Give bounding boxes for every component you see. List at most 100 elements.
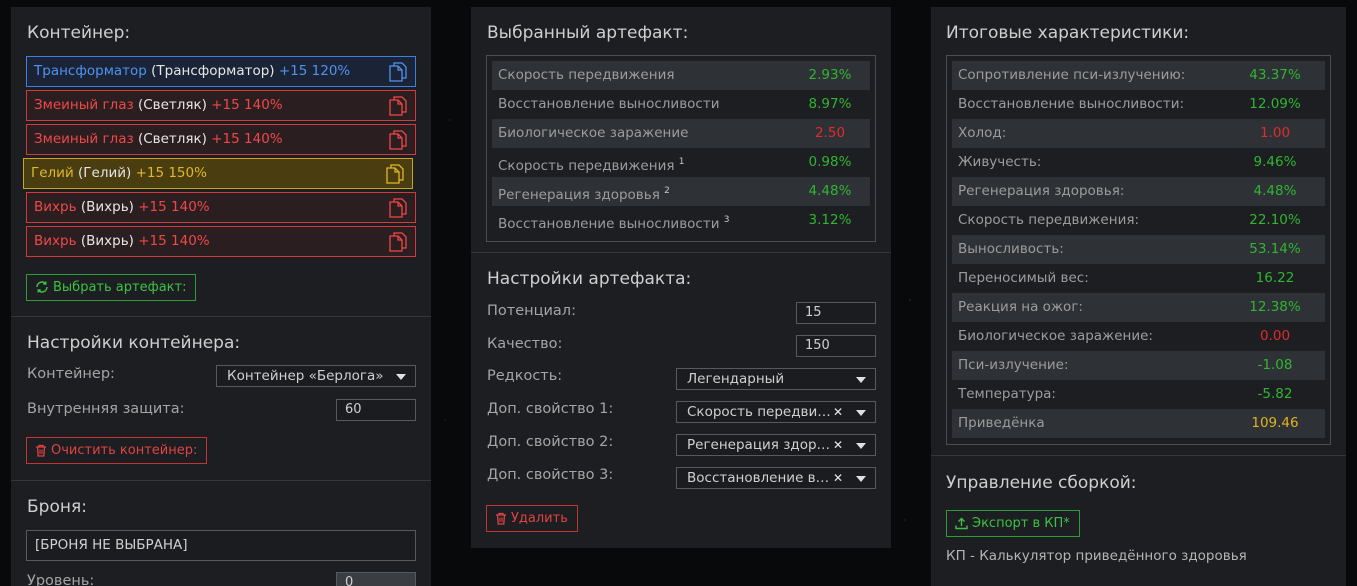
totals-panel: Итоговые характеристики: Сопротивление п… — [931, 7, 1346, 586]
container-title: Контейнер: — [27, 23, 131, 43]
inner-protection-label: Внутренняя защита: — [27, 401, 185, 417]
refresh-icon — [36, 281, 48, 293]
stat-value: 12.09% — [1249, 96, 1301, 112]
delete-artifact-label: Удалить — [511, 511, 568, 526]
extra-property-2-select[interactable]: Регенерация здоровья ✕ — [676, 434, 876, 456]
copy-icon[interactable] — [389, 232, 407, 252]
build-management-title: Управление сборкой: — [946, 473, 1137, 493]
stat-label: Реакция на ожог: — [958, 299, 1083, 315]
stat-row: Восстановление выносливости 8.97% — [492, 90, 870, 119]
artifact-slot[interactable]: Вихрь (Вихрь) +15 140% — [26, 226, 416, 257]
stat-label: Восстановление выносливости — [498, 96, 720, 112]
slot-artifact-level: +15 150% — [135, 165, 207, 181]
delete-artifact-button[interactable]: Удалить — [486, 505, 578, 532]
artifact-slot[interactable]: Змеиный глаз (Светляк) +15 140% — [26, 90, 416, 121]
stat-footnote-marker: 3 — [723, 215, 730, 225]
stat-value: 2.50 — [814, 125, 846, 141]
clear-icon[interactable]: ✕ — [833, 435, 843, 455]
footnote-text: КП - Калькулятор приведённого здоровья — [946, 548, 1247, 564]
totals-title: Итоговые характеристики: — [946, 23, 1190, 43]
slot-artifact-type: (Гелий) — [78, 165, 132, 181]
container-panel: Контейнер: Трансформатор (Трансформатор)… — [11, 7, 431, 586]
extra-property-1-value: Скорость передвижения — [687, 404, 835, 420]
potential-label: Потенциал: — [487, 303, 576, 319]
upload-icon — [955, 517, 968, 530]
stat-label: Выносливость: — [958, 241, 1064, 257]
extra-property-3-select[interactable]: Восстановление выносливости ✕ — [676, 467, 876, 489]
selected-artifact-title: Выбранный артефакт: — [487, 23, 689, 43]
artifact-slot[interactable]: Гелий (Гелий) +15 150% — [23, 158, 413, 189]
stat-value: 1.00 — [1259, 125, 1291, 141]
stat-value: 0.98% — [808, 154, 852, 170]
stat-label: Переносимый вес: — [958, 270, 1089, 286]
stat-label: Скорость передвижения — [498, 67, 675, 83]
choose-artifact-label: Выбрать артефакт: — [53, 280, 187, 295]
divider — [471, 252, 891, 253]
container-type-value: Контейнер «Берлога» — [227, 368, 384, 384]
stat-value: 3.12% — [808, 212, 852, 228]
quality-input[interactable]: 150 — [796, 335, 876, 357]
stat-row: Скорость передвижения 1 0.98% — [492, 148, 870, 177]
inner-protection-input[interactable]: 60 — [336, 399, 416, 421]
trash-icon — [496, 512, 506, 525]
copy-icon[interactable] — [386, 164, 404, 184]
extra-property-1-select[interactable]: Скорость передвижения ✕ — [676, 401, 876, 423]
quality-label: Качество: — [487, 336, 563, 352]
stat-label: Сопротивление пси-излучению: — [958, 67, 1186, 83]
rarity-value: Легендарный — [687, 371, 785, 387]
container-type-select[interactable]: Контейнер «Берлога» — [216, 365, 416, 387]
stat-value: 4.48% — [1253, 183, 1297, 199]
slot-artifact-type: (Вихрь) — [80, 233, 134, 249]
armor-level-input[interactable]: 0 — [336, 572, 416, 586]
extra-property-3-label: Доп. свойство 3: — [487, 467, 614, 483]
stat-row: Восстановление выносливости 3 3.12% — [492, 206, 870, 235]
rarity-select[interactable]: Легендарный — [676, 368, 876, 390]
stat-row: Биологическое заражение 2.50 — [492, 119, 870, 148]
container-type-label: Контейнер: — [27, 366, 115, 382]
stat-value: 8.97% — [808, 96, 852, 112]
stat-row: Температура: -5.82 — [952, 380, 1325, 409]
artifact-slot[interactable]: Змеиный глаз (Светляк) +15 140% — [26, 124, 416, 155]
slot-artifact-type: (Трансформатор) — [151, 63, 275, 79]
copy-icon[interactable] — [389, 130, 407, 150]
chevron-down-icon — [396, 374, 406, 380]
copy-icon[interactable] — [389, 62, 407, 82]
chevron-down-icon — [856, 377, 866, 383]
stat-footnote-marker: 2 — [664, 186, 670, 196]
stat-value: 2.93% — [808, 67, 852, 83]
slot-artifact-name: Вихрь — [34, 199, 77, 215]
chevron-down-icon — [856, 410, 866, 416]
stat-label: Биологическое заражение: — [958, 328, 1153, 344]
stat-row: Регенерация здоровья 2 4.48% — [492, 177, 870, 206]
clear-icon[interactable]: ✕ — [833, 468, 843, 488]
extra-property-2-label: Доп. свойство 2: — [487, 434, 614, 450]
stat-label: Холод: — [958, 125, 1007, 141]
rarity-label: Редкость: — [487, 368, 563, 384]
clear-container-button[interactable]: Очистить контейнер: — [26, 437, 208, 464]
stat-row: Выносливость: 53.14% — [952, 235, 1325, 264]
choose-artifact-button[interactable]: Выбрать артефакт: — [26, 274, 197, 301]
stat-label: Восстановление выносливости — [498, 216, 720, 232]
stat-label: Приведёнка — [958, 415, 1045, 431]
divider — [11, 316, 431, 317]
slot-artifact-name: Трансформатор — [34, 63, 147, 79]
totals-stats-table: Сопротивление пси-излучению: 43.37% Восста… — [946, 55, 1331, 445]
chevron-down-icon — [856, 476, 866, 482]
clear-icon[interactable]: ✕ — [833, 402, 843, 422]
potential-input[interactable]: 15 — [796, 302, 876, 324]
stat-label: Скорость передвижения: — [958, 212, 1140, 228]
armor-field[interactable]: [БРОНЯ НЕ ВЫБРАНА] — [26, 530, 416, 561]
slot-artifact-level: +15 140% — [211, 97, 283, 113]
container-settings-title: Настройки контейнера: — [27, 333, 241, 353]
stat-footnote-marker: 1 — [678, 157, 685, 167]
stat-row: Холод: 1.00 — [952, 119, 1325, 148]
slot-artifact-type: (Вихрь) — [80, 199, 134, 215]
copy-icon[interactable] — [389, 96, 407, 116]
export-button[interactable]: Экспорт в КП* — [946, 510, 1080, 537]
stat-row: Пси-излучение: -1.08 — [952, 351, 1325, 380]
stat-label: Пси-излучение: — [958, 357, 1069, 373]
artifact-slot[interactable]: Трансформатор (Трансформатор) +15 120% — [26, 56, 416, 87]
artifact-slot[interactable]: Вихрь (Вихрь) +15 140% — [26, 192, 416, 223]
copy-icon[interactable] — [389, 198, 407, 218]
stat-value: 4.48% — [808, 183, 852, 199]
